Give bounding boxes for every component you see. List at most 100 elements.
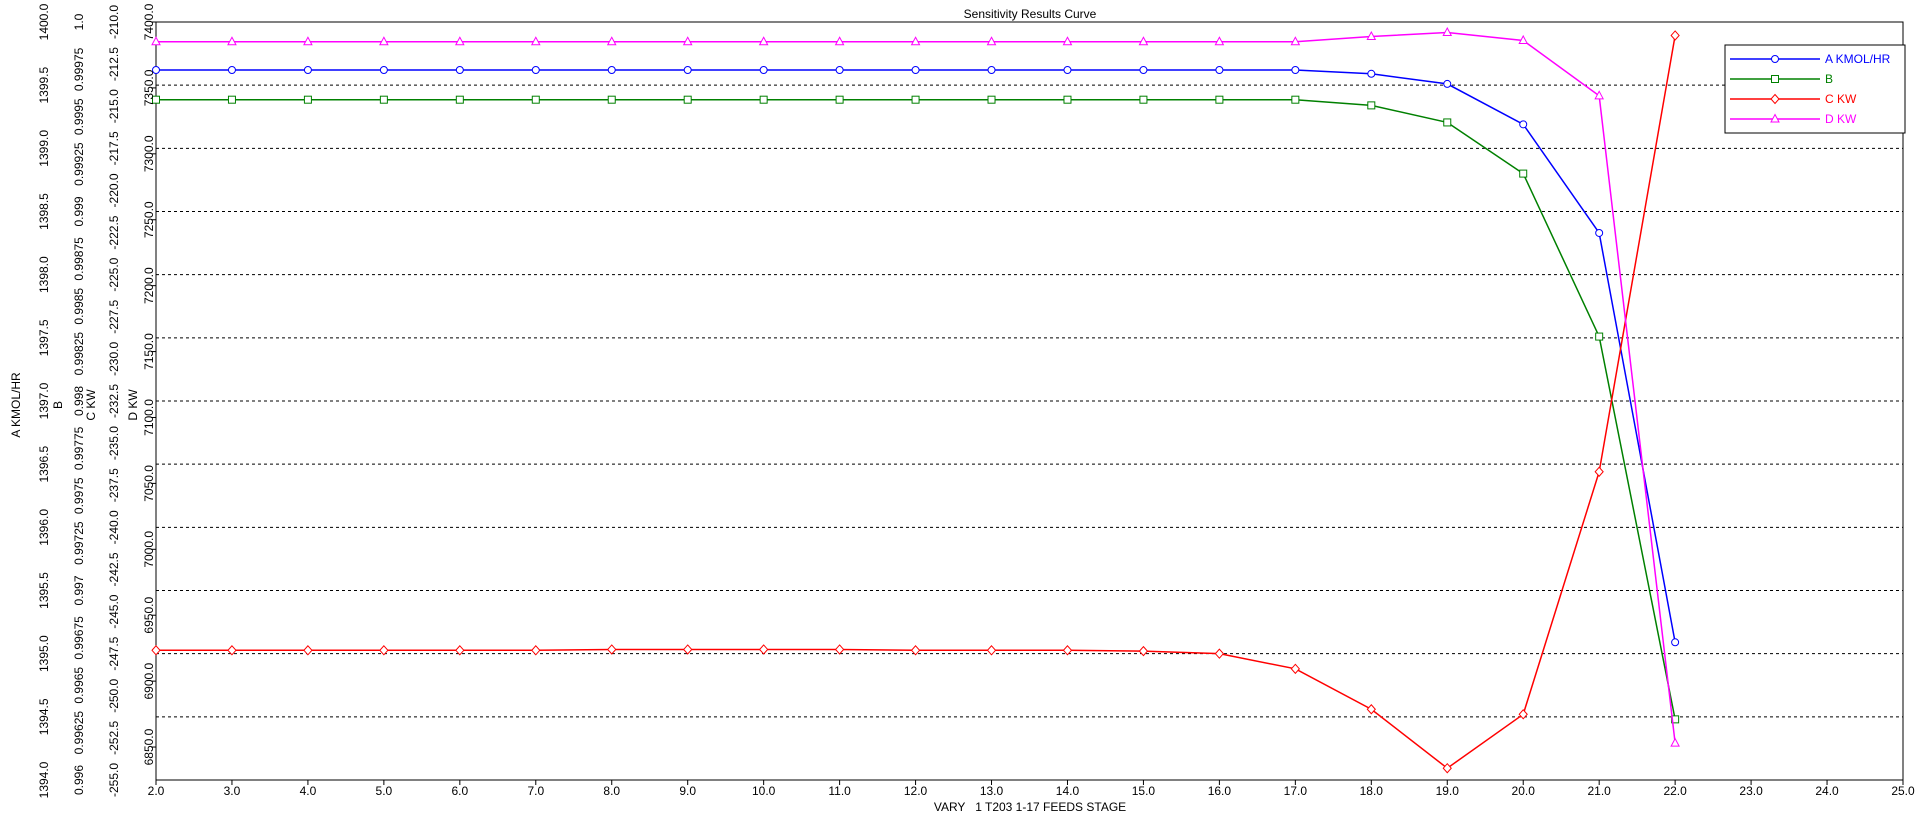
- x-tick-label: 2.0: [148, 784, 165, 798]
- x-tick-label: 6.0: [451, 784, 468, 798]
- data-point-circle: [455, 66, 464, 75]
- y-tick-label: -215.0: [107, 89, 121, 123]
- x-tick-label: 5.0: [376, 784, 393, 798]
- x-tick-label: 13.0: [980, 784, 1004, 798]
- data-point-circle: [607, 66, 616, 75]
- x-tick-label: 14.0: [1056, 784, 1080, 798]
- x-tick-label: 10.0: [752, 784, 776, 798]
- y-tick-label: 1397.5: [37, 319, 51, 356]
- x-axis-label: VARY 1 T203 1-17 FEEDS STAGE: [934, 800, 1126, 814]
- data-point-square: [759, 95, 768, 104]
- x-tick-label: 8.0: [603, 784, 620, 798]
- x-tick-label: 20.0: [1512, 784, 1536, 798]
- y-tick-label: -225.0: [107, 257, 121, 291]
- y-tick-label: -240.0: [107, 510, 121, 544]
- legend-label: A KMOL/HR: [1825, 52, 1891, 66]
- data-point-circle: [1063, 66, 1072, 75]
- y-tick-label: 1400.0: [37, 3, 51, 40]
- x-tick-label: 21.0: [1587, 784, 1611, 798]
- y-tick-label: 1396.0: [37, 509, 51, 546]
- y-tick-label: 1396.5: [37, 445, 51, 482]
- data-point-square: [1291, 95, 1300, 104]
- y-tick-label: 0.9995: [72, 98, 86, 135]
- y-tick-label: -232.5: [107, 384, 121, 418]
- y-tick-label: -222.5: [107, 215, 121, 249]
- data-point-circle: [987, 66, 996, 75]
- data-point-square: [1139, 95, 1148, 104]
- data-point-circle: [1519, 120, 1528, 129]
- x-tick-label: 23.0: [1739, 784, 1763, 798]
- y-tick-label: 0.997: [72, 575, 86, 605]
- data-point-square: [683, 95, 692, 104]
- y-tick-label: 0.9985: [72, 288, 86, 325]
- legend-label: C KW: [1825, 92, 1857, 106]
- y-tick-label: -220.0: [107, 173, 121, 207]
- data-point-square: [1215, 95, 1224, 104]
- y-tick-label: 0.99675: [72, 616, 86, 660]
- y-tick-label: 1394.5: [37, 698, 51, 735]
- data-point-square: [835, 95, 844, 104]
- y-tick-label: 0.9975: [72, 477, 86, 514]
- y-axis-label: D KW: [126, 389, 140, 421]
- data-point-circle: [1215, 66, 1224, 75]
- x-tick-label: 9.0: [679, 784, 696, 798]
- y-tick-label: 1397.0: [37, 382, 51, 419]
- x-tick-label: 16.0: [1208, 784, 1232, 798]
- x-tick-label: 17.0: [1284, 784, 1308, 798]
- legend: A KMOL/HR B C KW D KW: [1724, 44, 1906, 134]
- legend-label: B: [1825, 72, 1833, 86]
- x-tick-label: 7.0: [527, 784, 544, 798]
- y-tick-label: 1.0: [72, 13, 86, 30]
- legend-label: D KW: [1825, 112, 1857, 126]
- y-tick-label: 0.99975: [72, 47, 86, 91]
- x-tick-label: 19.0: [1436, 784, 1460, 798]
- y-tick-label: -255.0: [107, 763, 121, 797]
- y-tick-label: -245.0: [107, 594, 121, 628]
- y-tick-label: -210.0: [107, 5, 121, 39]
- y-tick-label: 1398.5: [37, 193, 51, 230]
- x-tick-label: 3.0: [224, 784, 241, 798]
- y-axis-label: A KMOL/HR: [9, 372, 23, 438]
- data-point-square: [227, 95, 236, 104]
- data-point-square: [1519, 169, 1528, 178]
- x-tick-label: 24.0: [1815, 784, 1839, 798]
- data-point-circle: [531, 66, 540, 75]
- data-point-circle: [1367, 69, 1376, 78]
- data-point-circle: [911, 66, 920, 75]
- y-tick-label: -217.5: [107, 131, 121, 165]
- data-point-square: [607, 95, 616, 104]
- x-tick-label: 12.0: [904, 784, 928, 798]
- y-tick-label: -247.5: [107, 636, 121, 670]
- y-tick-label: -252.5: [107, 721, 121, 755]
- y-tick-label: -237.5: [107, 468, 121, 502]
- data-point-circle: [303, 66, 312, 75]
- data-point-circle: [1291, 66, 1300, 75]
- data-point-circle: [683, 66, 692, 75]
- y-tick-label: -212.5: [107, 47, 121, 81]
- data-point-square: [1443, 118, 1452, 127]
- y-tick-label: 1394.0: [37, 761, 51, 798]
- y-axis-label: B: [51, 401, 65, 409]
- data-point-square: [1595, 332, 1604, 341]
- data-point-circle: [759, 66, 768, 75]
- y-tick-label: -230.0: [107, 342, 121, 376]
- data-point-square: [1063, 95, 1072, 104]
- data-point-circle: [1139, 66, 1148, 75]
- x-tick-label: 18.0: [1360, 784, 1384, 798]
- data-point-square: [987, 95, 996, 104]
- data-point-square: [303, 95, 312, 104]
- x-tick-label: 25.0: [1891, 784, 1915, 798]
- y-axis-label: C KW: [84, 389, 98, 421]
- data-point-circle: [835, 66, 844, 75]
- y-tick-label: 0.999: [72, 196, 86, 226]
- y-tick-label: -227.5: [107, 299, 121, 333]
- data-point-square: [531, 95, 540, 104]
- y-tick-label: -235.0: [107, 426, 121, 460]
- data-point-circle: [1443, 79, 1452, 88]
- y-tick-label: -242.5: [107, 552, 121, 586]
- y-tick-label: 0.99875: [72, 237, 86, 281]
- data-point-circle: [1595, 228, 1604, 237]
- y-tick-label: 0.996: [72, 765, 86, 795]
- data-point-square: [1367, 101, 1376, 110]
- y-tick-label: 1395.5: [37, 572, 51, 609]
